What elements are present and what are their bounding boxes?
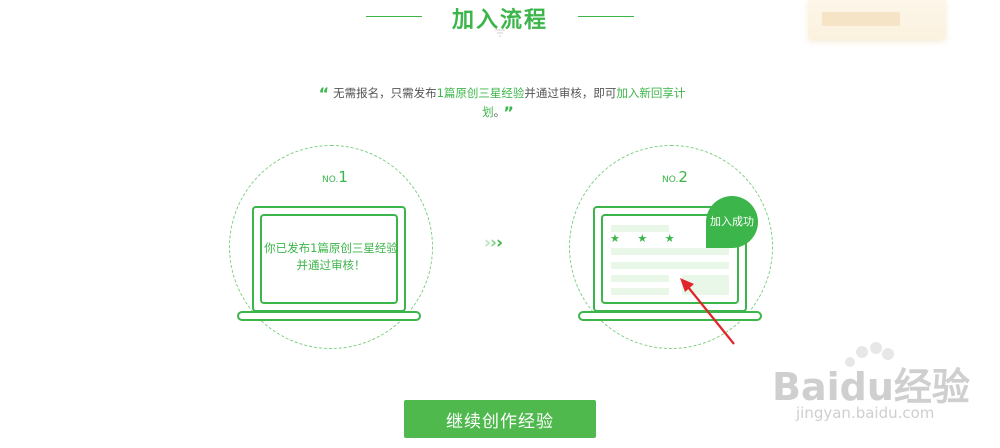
- step1-message: 你已发布1篇原创三星经验 并通过审核！: [264, 241, 398, 272]
- title-right-line: [578, 16, 634, 17]
- step1-laptop-base: [237, 311, 421, 321]
- red-pointer-arrow-icon: [680, 278, 735, 345]
- continue-create-button[interactable]: 继续创作经验: [404, 400, 596, 438]
- top-right-banner[interactable]: [808, 0, 946, 40]
- arrow-right-icon: ›››: [484, 233, 503, 253]
- three-stars-icon: ★ ★ ★: [610, 232, 682, 245]
- watermark-brand: Baidu经验: [772, 365, 970, 409]
- step1-number: NO.1: [322, 168, 348, 186]
- open-quote-icon: “: [318, 84, 330, 103]
- success-badge: 加入成功: [706, 196, 758, 248]
- intro-quote: “无需报名，只需发布1篇原创三星经验并通过审核，即可加入新回享计划。”: [318, 84, 686, 122]
- content-bar: [611, 288, 669, 295]
- down-triangle-icon: [495, 29, 505, 37]
- close-quote-icon: ”: [503, 103, 514, 122]
- content-bar: [611, 262, 729, 269]
- watermark-url: jingyan.baidu.com: [796, 404, 935, 422]
- content-bar: [611, 275, 669, 282]
- step2-number: NO.2: [662, 168, 688, 186]
- content-bar: [611, 248, 729, 255]
- content-bar: [611, 225, 669, 232]
